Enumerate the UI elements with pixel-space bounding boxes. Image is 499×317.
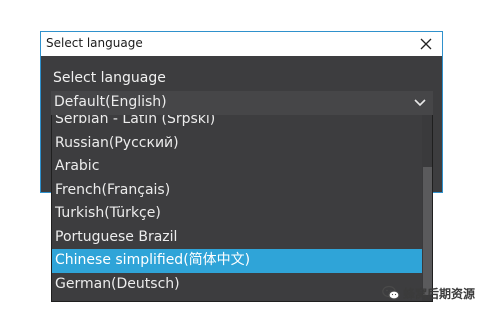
list-item-french[interactable]: French(Français) — [52, 179, 423, 203]
language-combobox[interactable]: Default(English) — [51, 91, 433, 115]
combobox-selected-value: Default(English) — [54, 94, 167, 110]
page: Select language Select language Default(… — [0, 0, 499, 317]
list-item-russian[interactable]: Russian(Русский) — [52, 132, 423, 156]
title-bar: Select language — [41, 32, 442, 56]
list-item-german[interactable]: German(Deutsch) — [52, 273, 423, 297]
scrollbar-thumb[interactable] — [423, 167, 432, 295]
dropdown-scrollbar[interactable] — [422, 115, 432, 301]
close-icon — [420, 38, 432, 50]
language-dropdown-list: Serbian - Latin (Srpski) Russian(Русский… — [51, 115, 433, 302]
list-item-chinese-simplified[interactable]: Chinese simplified(简体中文) — [52, 249, 423, 273]
watermark: 蜂窝后期资源 — [382, 284, 475, 302]
list-item-serbian[interactable]: Serbian - Latin (Srpski) — [52, 115, 423, 132]
language-options: Serbian - Latin (Srpski) Russian(Русский… — [52, 115, 423, 296]
select-language-label: Select language — [53, 70, 166, 86]
watermark-text: 蜂窝后期资源 — [403, 286, 476, 301]
list-item-portuguese-brazil[interactable]: Portuguese Brazil — [52, 226, 423, 250]
chevron-down-icon[interactable] — [414, 98, 426, 108]
window-title: Select language — [46, 36, 143, 50]
close-button[interactable] — [418, 34, 436, 54]
list-item-turkish[interactable]: Turkish(Türkçe) — [52, 202, 423, 226]
wechat-icon — [382, 285, 400, 300]
list-item-arabic[interactable]: Arabic — [52, 155, 423, 179]
